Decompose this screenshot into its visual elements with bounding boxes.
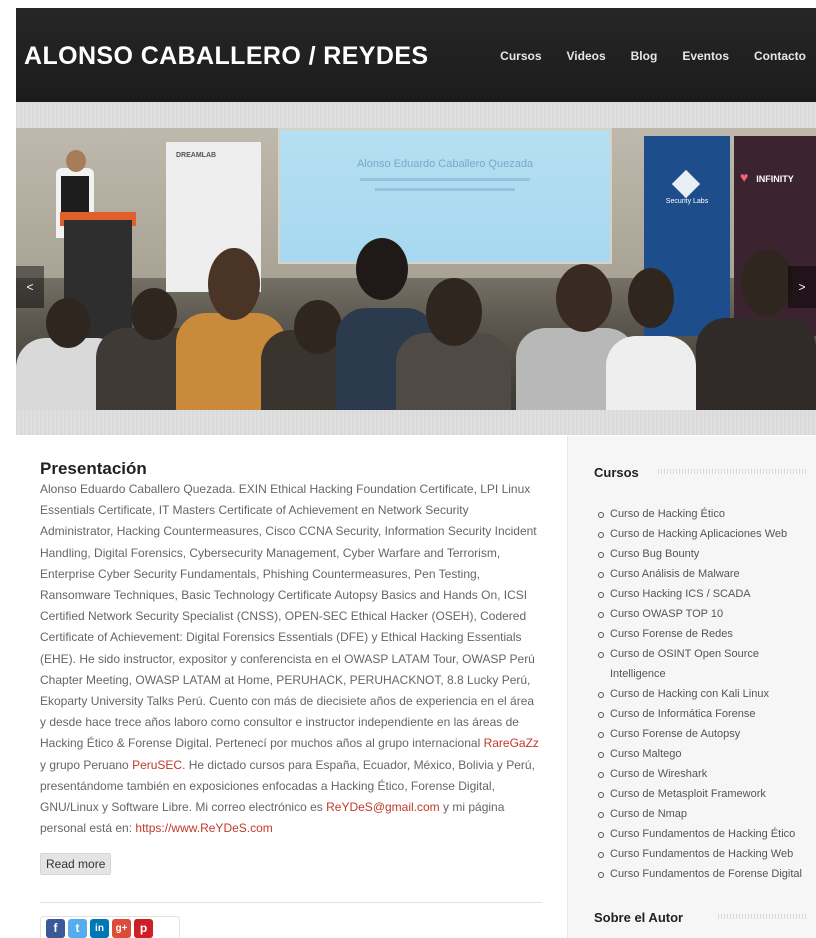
- post-title[interactable]: Presentación: [40, 460, 542, 478]
- widget-title-autor: Sobre el Autor: [594, 910, 684, 925]
- nav-item-contacto[interactable]: Contacto: [754, 49, 806, 63]
- security-labs-text: Security Labs: [665, 198, 709, 205]
- course-link[interactable]: Curso Fundamentos de Hacking Ético: [598, 824, 810, 844]
- slider-prev-button[interactable]: <: [16, 266, 44, 308]
- course-link[interactable]: Curso Fundamentos de Hacking Web: [598, 844, 810, 864]
- speaker-head: [66, 150, 86, 172]
- audience-member: [696, 318, 816, 410]
- projection-title: Alonso Eduardo Caballero Quezada: [356, 158, 534, 170]
- dreamlab-logo: DREAMLAB: [176, 152, 217, 159]
- banner-area: DREAMLAB Alonso Eduardo Caballero Quezad…: [16, 102, 816, 435]
- widget-title-rule: [718, 914, 806, 919]
- audience-head: [628, 268, 674, 328]
- projection-screen: Alonso Eduardo Caballero Quezada: [278, 128, 612, 264]
- course-link[interactable]: Curso Bug Bounty: [598, 544, 810, 564]
- slider-next-button[interactable]: >: [788, 266, 816, 308]
- linkedin-icon[interactable]: in: [90, 918, 109, 938]
- raregazz-link[interactable]: RareGaZz: [484, 736, 539, 750]
- course-link[interactable]: Curso de Hacking con Kali Linux: [598, 684, 810, 704]
- audience-head: [208, 248, 260, 320]
- course-link[interactable]: Curso Forense de Autopsy: [598, 724, 810, 744]
- audience-head: [131, 288, 177, 340]
- site-header: ALONSO CABALLERO / REYDES Cursos Videos …: [16, 8, 816, 102]
- pinterest-icon[interactable]: p: [134, 918, 153, 938]
- course-link[interactable]: Curso de Informática Forense: [598, 704, 810, 724]
- course-link[interactable]: Curso de Hacking Ético: [598, 504, 810, 524]
- infinity-text: INFINITY: [756, 174, 794, 184]
- course-list: Curso de Hacking Ético Curso de Hacking …: [598, 504, 810, 884]
- main-nav: Cursos Videos Blog Eventos Contacto: [475, 49, 806, 63]
- course-link[interactable]: Curso Fundamentos de Forense Digital: [598, 864, 810, 884]
- course-link[interactable]: Curso de OSINT Open Source Intelligence: [598, 644, 810, 684]
- widget-title-cursos: Cursos: [594, 465, 639, 480]
- course-link[interactable]: Curso de Nmap: [598, 804, 810, 824]
- post-text: Alonso Eduardo Caballero Quezada. EXIN E…: [40, 482, 537, 751]
- audience: [16, 238, 816, 410]
- sidebar: Cursos Curso de Hacking Ético Curso de H…: [567, 436, 816, 938]
- facebook-icon[interactable]: f: [46, 918, 65, 938]
- projection-line: [360, 178, 530, 181]
- post-divider: [40, 902, 542, 903]
- googleplus-icon[interactable]: g+: [112, 918, 131, 938]
- course-link[interactable]: Curso Maltego: [598, 744, 810, 764]
- security-labs-logo: [671, 169, 701, 199]
- audience-head: [426, 278, 482, 346]
- course-link[interactable]: Curso Forense de Redes: [598, 624, 810, 644]
- course-link[interactable]: Curso de Metasploit Framework: [598, 784, 810, 804]
- widget-title-rule: [658, 469, 806, 474]
- share-bar: f t in g+ p: [40, 916, 180, 938]
- twitter-icon[interactable]: t: [68, 918, 87, 938]
- course-link[interactable]: Curso Hacking ICS / SCADA: [598, 584, 810, 604]
- audience-head: [46, 298, 90, 348]
- nav-item-blog[interactable]: Blog: [631, 49, 658, 63]
- perusec-link[interactable]: PeruSEC: [132, 758, 182, 772]
- post-body: Alonso Eduardo Caballero Quezada. EXIN E…: [40, 479, 542, 839]
- post-text: y grupo Peruano: [40, 757, 133, 772]
- course-link[interactable]: Curso OWASP TOP 10: [598, 604, 810, 624]
- course-link[interactable]: Curso de Hacking Aplicaciones Web: [598, 524, 810, 544]
- projection-line: [375, 188, 515, 191]
- audience-head: [356, 238, 408, 300]
- course-link[interactable]: Curso de Wireshark: [598, 764, 810, 784]
- image-slider: DREAMLAB Alonso Eduardo Caballero Quezad…: [16, 128, 816, 410]
- nav-item-eventos[interactable]: Eventos: [682, 49, 729, 63]
- audience-head: [741, 250, 793, 316]
- nav-item-cursos[interactable]: Cursos: [500, 49, 541, 63]
- nav-item-videos[interactable]: Videos: [567, 49, 606, 63]
- website-link[interactable]: https://www.ReYDeS.com: [135, 821, 272, 835]
- site-title[interactable]: ALONSO CABALLERO / REYDES: [24, 42, 428, 71]
- audience-member: [606, 336, 696, 410]
- audience-head: [294, 300, 342, 354]
- course-link[interactable]: Curso Análisis de Malware: [598, 564, 810, 584]
- audience-head: [556, 264, 612, 332]
- read-more-button[interactable]: Read more: [40, 853, 112, 876]
- main-content: Presentación Alonso Eduardo Caballero Qu…: [40, 460, 542, 876]
- email-link[interactable]: ReYDeS@gmail.com: [326, 800, 440, 814]
